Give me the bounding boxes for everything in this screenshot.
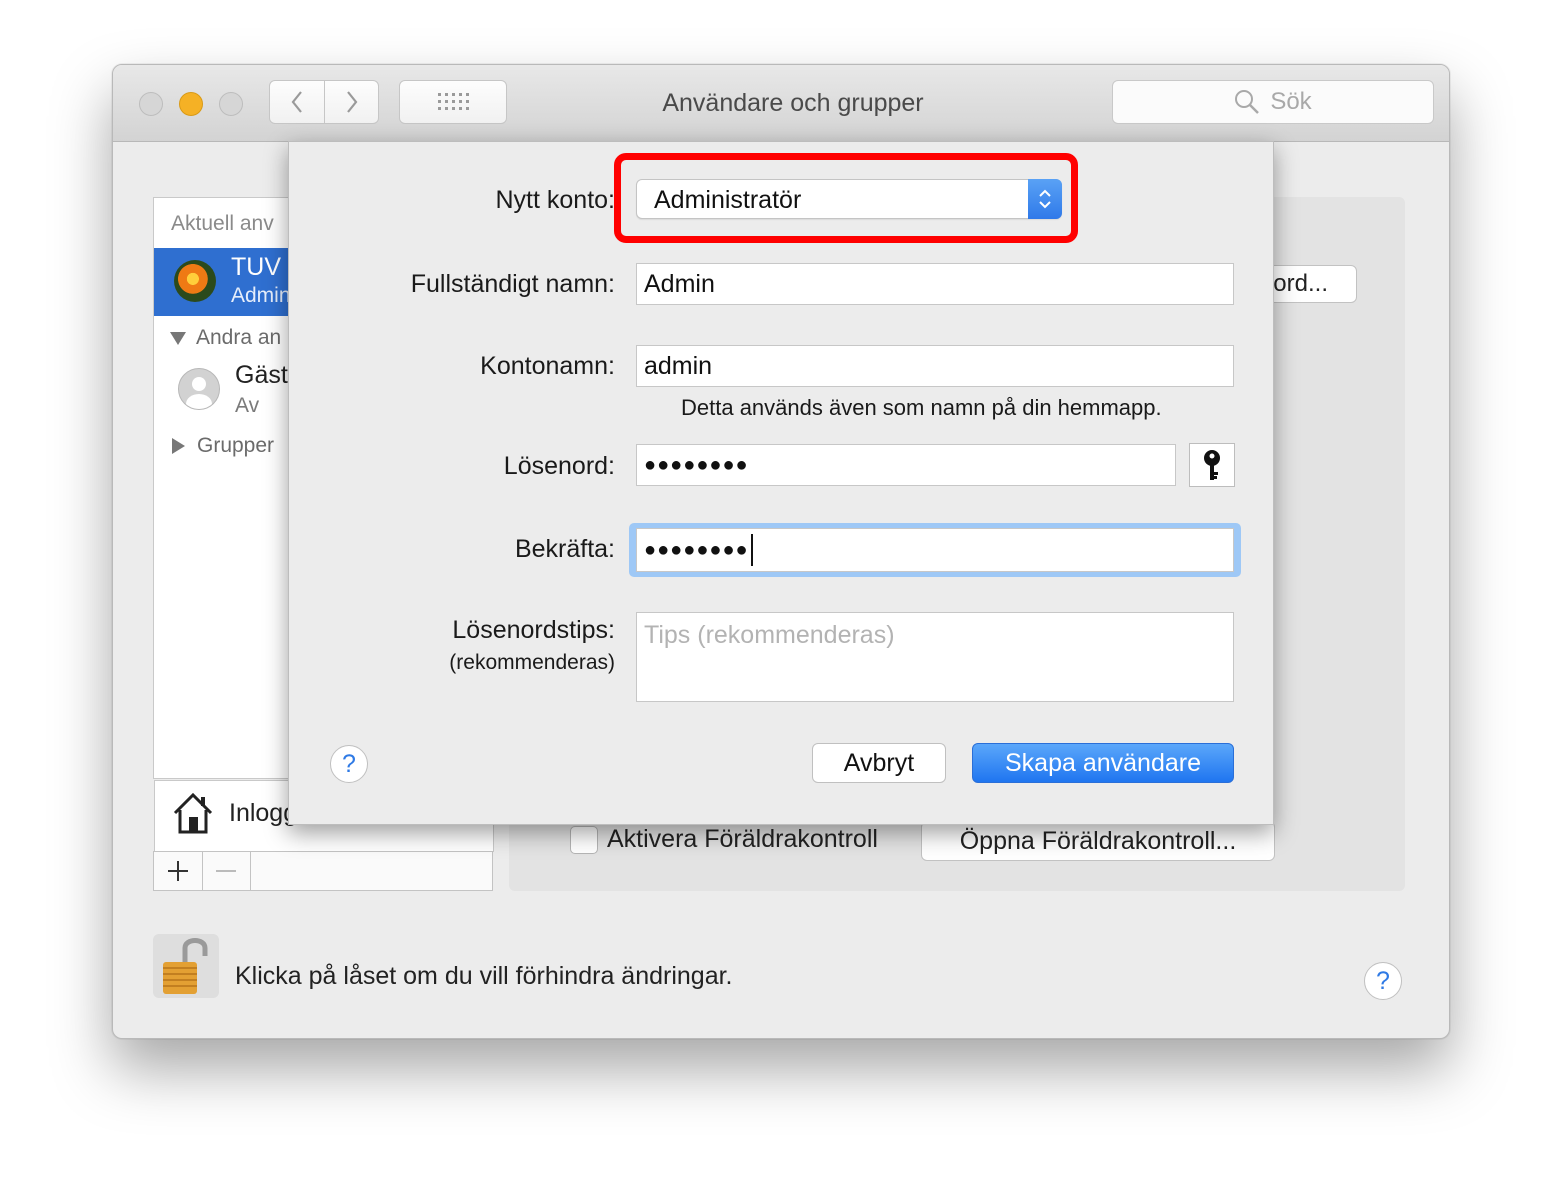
disclosure-right-icon — [172, 438, 185, 454]
password-field[interactable]: ●●●●●●●● — [636, 444, 1176, 486]
show-all-button[interactable] — [399, 80, 507, 124]
disclosure-down-icon — [170, 331, 186, 345]
account-name-field[interactable]: admin — [636, 345, 1234, 387]
chevron-right-icon — [347, 91, 358, 113]
help-button[interactable]: ? — [1364, 962, 1402, 1000]
guest-user-status: Av — [235, 394, 260, 417]
account-name-value: admin — [644, 351, 713, 380]
full-name-field[interactable]: Admin — [636, 263, 1234, 305]
parental-controls-label: Aktivera Föräldrakontroll — [607, 825, 878, 853]
new-account-label: Nytt konto: — [495, 186, 616, 214]
parental-controls-checkbox[interactable] — [570, 826, 598, 854]
cancel-button[interactable]: Avbryt — [812, 743, 946, 783]
full-name-value: Admin — [644, 269, 715, 298]
forward-button[interactable] — [325, 81, 379, 123]
groups-label: Grupper — [197, 434, 275, 457]
account-name-hint: Detta används även som namn på din hemma… — [681, 395, 1162, 420]
plus-icon — [168, 861, 188, 881]
house-icon — [173, 792, 213, 834]
confirm-password-value: ●●●●●●●● — [644, 538, 749, 561]
add-user-button[interactable] — [154, 852, 203, 890]
password-assistant-button[interactable] — [1189, 443, 1235, 487]
full-name-label: Fullständigt namn: — [410, 270, 615, 298]
lock-message: Klicka på låset om du vill förhindra änd… — [235, 962, 733, 990]
open-parental-controls-button[interactable]: Öppna Föräldrakontroll... — [921, 821, 1275, 861]
search-placeholder: Sök — [1270, 88, 1312, 115]
back-forward-group — [269, 80, 379, 124]
confirm-label: Bekräfta: — [514, 535, 615, 563]
guest-user-name[interactable]: Gäst — [235, 361, 288, 390]
other-users-label: Andra an — [196, 326, 282, 349]
new-account-sheet: Nytt konto: Administratör Fullständigt n… — [288, 141, 1274, 825]
login-options-label: Inlogg — [229, 799, 298, 827]
close-button[interactable] — [139, 92, 163, 116]
other-users-header[interactable]: Andra an — [170, 326, 281, 350]
password-hint-sublabel: (rekommenderas) — [449, 651, 615, 674]
user-name: TUV — [231, 253, 281, 281]
back-button[interactable] — [270, 81, 324, 123]
grid-icon — [438, 93, 469, 110]
remove-user-button[interactable] — [202, 852, 251, 890]
sheet-help-button[interactable]: ? — [330, 745, 368, 783]
chevron-left-icon — [291, 91, 302, 113]
unlocked-padlock-icon — [163, 938, 208, 994]
password-value: ●●●●●●●● — [644, 453, 749, 476]
zoom-button[interactable] — [219, 92, 243, 116]
password-hint-placeholder: Tips (rekommenderas) — [644, 621, 895, 649]
account-name-label: Kontonamn: — [480, 352, 615, 380]
text-caret — [750, 534, 753, 566]
guest-avatar — [178, 368, 220, 410]
window-title: Användare och grupper — [662, 89, 924, 117]
password-hint-field[interactable]: Tips (rekommenderas) — [636, 612, 1234, 702]
confirm-password-field[interactable]: ●●●●●●●● — [636, 528, 1234, 572]
groups-header[interactable]: Grupper — [172, 434, 274, 458]
highlight-box — [614, 153, 1078, 243]
create-user-button[interactable]: Skapa användare — [972, 743, 1234, 783]
title-bar: Användare och grupper Sök — [113, 65, 1449, 142]
password-label: Lösenord: — [503, 452, 615, 480]
search-icon — [1235, 90, 1260, 114]
avatar — [174, 260, 216, 302]
password-hint-label: Lösenordstips: — [452, 616, 615, 644]
minus-icon — [216, 870, 236, 872]
add-remove-bar — [153, 851, 493, 891]
current-user-header: Aktuell anv — [171, 212, 274, 235]
key-icon — [1204, 450, 1220, 480]
user-role: Admin — [231, 284, 291, 307]
lock-button[interactable] — [153, 934, 219, 998]
minimize-button[interactable] — [179, 92, 203, 116]
search-field[interactable]: Sök — [1112, 80, 1434, 124]
